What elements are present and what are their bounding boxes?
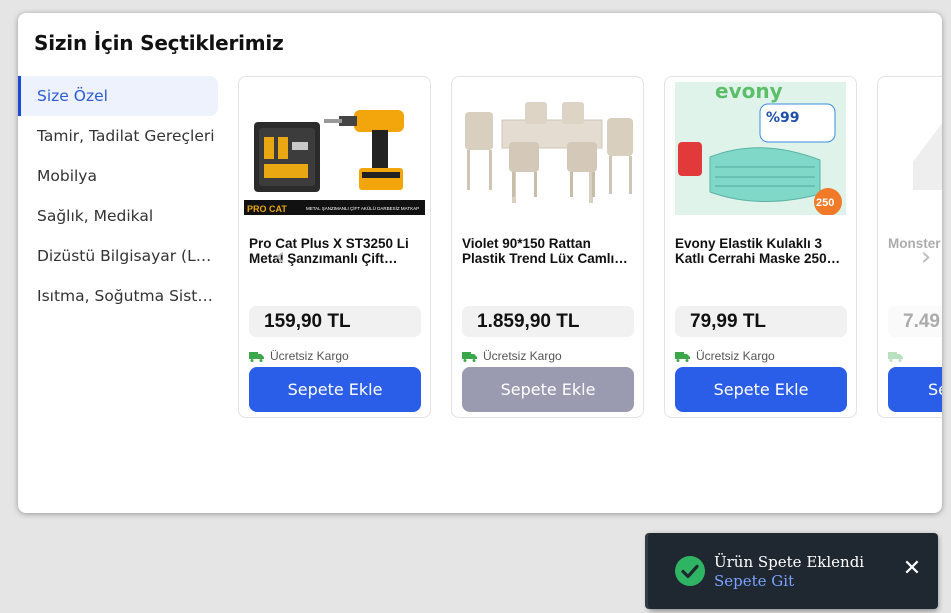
add-to-cart-button[interactable]: Sepete Ekle xyxy=(675,367,847,412)
product-name[interactable]: Evony Elastik Kulaklı 3 Katlı Cerrahi Ma… xyxy=(675,236,847,266)
carousel-next-arrow-icon[interactable]: › xyxy=(914,242,938,272)
toast-message: Ürün Spete Eklendi xyxy=(714,553,865,571)
carousel-prev-arrow-icon[interactable]: ‹ xyxy=(268,242,292,272)
add-to-cart-button[interactable]: Sepete Ekle xyxy=(249,367,421,412)
add-to-cart-button[interactable]: Sepete Ekle xyxy=(462,367,634,412)
category-list: Size Özel Tamir, Tadilat Gereçleri Mobil… xyxy=(18,76,218,316)
close-icon[interactable]: ✕ xyxy=(900,557,924,581)
product-price: 7.49 xyxy=(888,306,942,337)
product-card[interactable]: evony %99 250 Evony Elastik Kulaklı 3 Ka… xyxy=(664,76,857,418)
truck-icon xyxy=(462,351,477,362)
drill-kit-image[interactable]: PRO CAT METAL ŞANZIMANLI ÇİFT AKÜLÜ DARB… xyxy=(244,82,425,215)
svg-text:PRO CAT: PRO CAT xyxy=(247,204,287,214)
surgical-mask-box-image[interactable]: evony %99 250 xyxy=(670,82,851,215)
free-shipping-label: Ücretsiz Kargo xyxy=(675,349,775,363)
recommendations-panel: Sizin İçin Seçtiklerimiz Size Özel Tamir… xyxy=(18,13,942,513)
free-shipping-label: Ücretsiz Kargo xyxy=(249,349,349,363)
svg-text:evony: evony xyxy=(715,82,783,103)
go-to-cart-link[interactable]: Sepete Git xyxy=(714,572,794,590)
product-price: 79,99 TL xyxy=(675,306,847,337)
svg-text:250: 250 xyxy=(816,197,834,209)
category-item-size-ozel[interactable]: Size Özel xyxy=(18,76,218,116)
toast-notification: Ürün Spete Eklendi Sepete Git ✕ xyxy=(648,533,938,609)
product-card[interactable]: PRO CAT METAL ŞANZIMANLI ÇİFT AKÜLÜ DARB… xyxy=(238,76,431,418)
free-shipping-label: Ücretsiz Kargo xyxy=(462,349,562,363)
panel-title: Sizin İçin Seçtiklerimiz xyxy=(34,31,284,55)
rattan-table-set-image[interactable] xyxy=(457,82,638,215)
category-item-mobilya[interactable]: Mobilya xyxy=(18,156,218,196)
product-price: 1.859,90 TL xyxy=(462,306,634,337)
free-shipping-label xyxy=(888,349,909,363)
truck-icon xyxy=(249,351,264,362)
add-to-cart-button[interactable]: Se xyxy=(888,367,942,412)
product-carousel: PRO CAT METAL ŞANZIMANLI ÇİFT AKÜLÜ DARB… xyxy=(238,76,942,419)
category-item-tamir[interactable]: Tamir, Tadilat Gereçleri xyxy=(18,116,218,156)
truck-icon xyxy=(675,351,690,362)
product-price: 159,90 TL xyxy=(249,306,421,337)
category-item-dizustu[interactable]: Dizüstü Bilgisayar (Laptop) xyxy=(18,236,218,276)
product-card[interactable]: Violet 90*150 Rattan Plastik Trend Lüx C… xyxy=(451,76,644,418)
category-item-isitma[interactable]: Isıtma, Soğutma Sistemleri xyxy=(18,276,218,316)
product-name[interactable]: Violet 90*150 Rattan Plastik Trend Lüx C… xyxy=(462,236,634,266)
check-circle-icon xyxy=(675,556,705,586)
svg-text:METAL ŞANZIMANLI ÇİFT AKÜLÜ DA: METAL ŞANZIMANLI ÇİFT AKÜLÜ DARBESİZ MAT… xyxy=(306,205,419,211)
svg-text:%99: %99 xyxy=(766,110,800,126)
truck-icon xyxy=(888,351,903,362)
category-item-saglik[interactable]: Sağlık, Medikal xyxy=(18,196,218,236)
laptop-image[interactable] xyxy=(883,82,942,215)
